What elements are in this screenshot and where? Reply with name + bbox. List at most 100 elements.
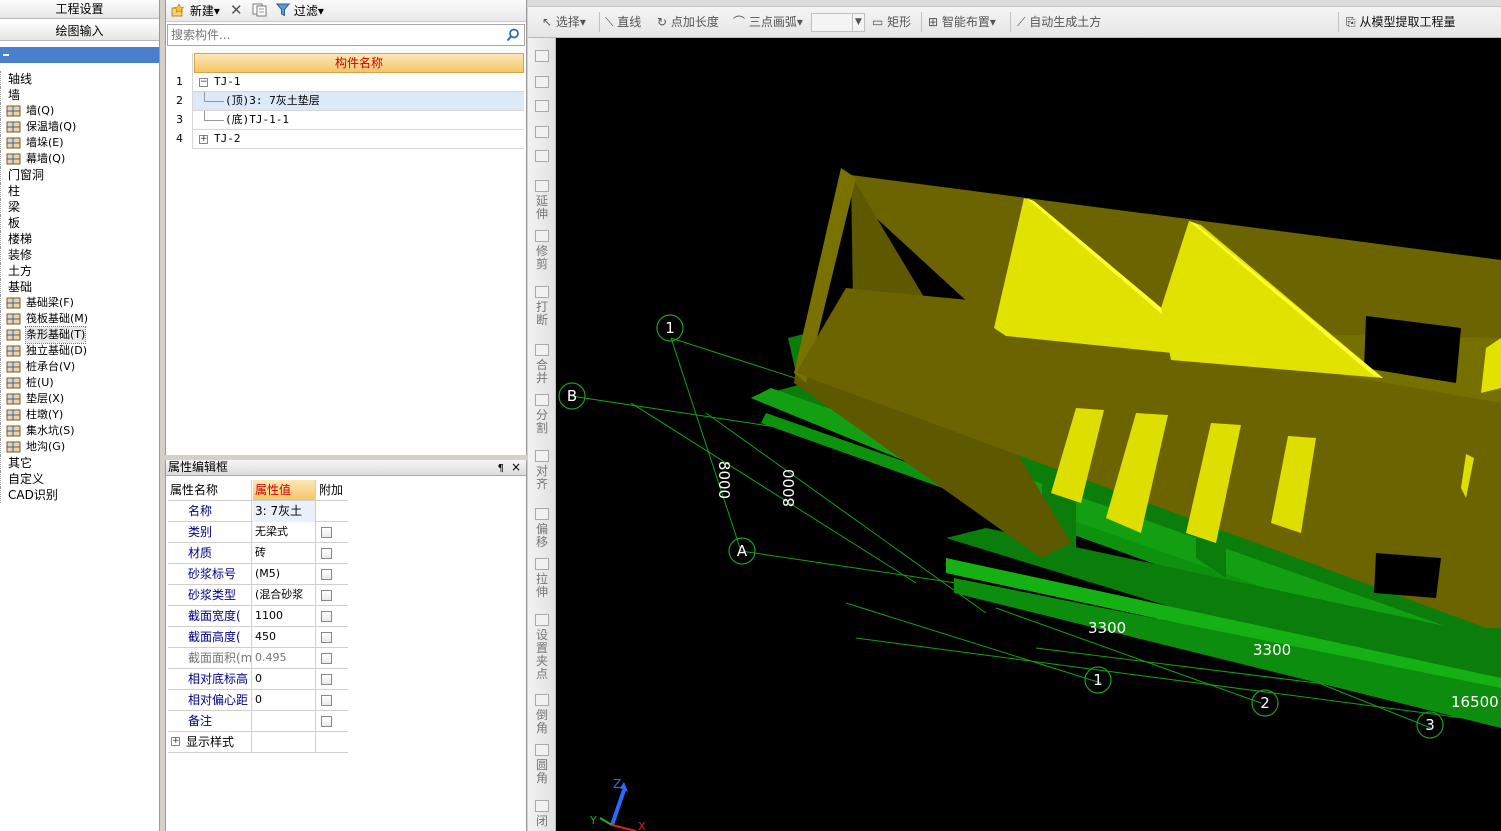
break-icon[interactable] xyxy=(535,286,549,298)
property-value[interactable]: 0 xyxy=(253,690,316,711)
property-value[interactable]: 1100 xyxy=(253,606,316,627)
extract-quantity-button[interactable]: ⎘ 从模型提取工程量 xyxy=(1346,13,1455,31)
property-name: 砂浆标号 xyxy=(168,564,252,585)
tree-connector xyxy=(0,487,1,503)
property-row[interactable]: 截面高度(450 xyxy=(168,627,348,648)
close-shape-button[interactable]: 闭 xyxy=(534,815,550,828)
point-length-tool-button[interactable]: ↻ 点加长度 xyxy=(657,13,719,31)
symmetry-icon[interactable] xyxy=(535,100,549,112)
filter-icon xyxy=(275,3,291,17)
component-row[interactable]: 4 + TJ-2 xyxy=(167,130,524,149)
offset-button[interactable]: 偏移 xyxy=(534,523,550,549)
rotate-icon[interactable] xyxy=(535,150,549,162)
mirror-icon[interactable] xyxy=(535,76,549,88)
extra-checkbox[interactable] xyxy=(321,674,332,685)
pencil-icon[interactable] xyxy=(535,50,549,62)
chamfer-icon[interactable] xyxy=(535,694,549,706)
toolbar-separator xyxy=(921,12,922,32)
property-row[interactable]: 砂浆类型 (混合砂浆 xyxy=(168,585,348,606)
search-icon[interactable] xyxy=(506,28,520,42)
break-button[interactable]: 打断 xyxy=(534,301,550,327)
property-row[interactable]: 相对底标高 0 xyxy=(168,669,348,690)
collapse-tree-button[interactable] xyxy=(0,47,159,63)
property-value[interactable]: 3: 7灰土 xyxy=(253,501,316,522)
pin-icon[interactable]: ¶ xyxy=(498,461,504,476)
extra-checkbox[interactable] xyxy=(321,548,332,559)
property-value[interactable]: (混合砂浆 xyxy=(253,585,316,606)
new-icon xyxy=(171,3,185,17)
grip-icon[interactable] xyxy=(535,614,549,626)
drawing-input-tab[interactable]: 绘图输入 xyxy=(0,22,159,41)
extra-checkbox[interactable] xyxy=(321,590,332,601)
expand-icon[interactable]: + xyxy=(171,737,180,746)
component-name-column-header[interactable]: 构件名称 xyxy=(194,53,524,73)
extra-checkbox[interactable] xyxy=(321,527,332,538)
strip-foundation-icon xyxy=(6,328,22,342)
align-button[interactable]: 对齐 xyxy=(534,465,550,491)
select-tool-button[interactable]: ↖ 选择▾ xyxy=(542,13,586,31)
merge-icon[interactable] xyxy=(535,344,549,356)
property-value[interactable] xyxy=(253,732,316,753)
close-shape-icon[interactable] xyxy=(535,800,549,812)
property-row[interactable]: 类别 无梁式 xyxy=(168,522,348,543)
align-icon[interactable] xyxy=(535,450,549,462)
extra-checkbox[interactable] xyxy=(321,569,332,580)
property-value[interactable]: (M5) xyxy=(253,564,316,585)
rectangle-tool-button[interactable]: ▭ 矩形 xyxy=(872,13,911,31)
stretch-icon[interactable] xyxy=(535,558,549,570)
property-name: 备注 xyxy=(168,711,252,732)
stretch-button[interactable]: 拉伸 xyxy=(534,573,550,599)
extra-checkbox[interactable] xyxy=(321,653,332,664)
extra-checkbox[interactable] xyxy=(321,716,332,727)
line-tool-button[interactable]: ⟍ 直线 xyxy=(605,13,641,31)
property-row[interactable]: 名称 3: 7灰土 xyxy=(168,501,348,522)
component-row[interactable]: 3 (底)TJ-1-1 xyxy=(167,111,524,130)
trim-button[interactable]: 修剪 xyxy=(534,245,550,271)
property-value[interactable]: 0.495 xyxy=(253,648,316,669)
property-row[interactable]: 备注 xyxy=(168,711,348,732)
set-grip-button[interactable]: 设置夹点 xyxy=(534,629,550,681)
property-value[interactable] xyxy=(253,711,316,732)
property-row[interactable]: 材质砖 xyxy=(168,543,348,564)
component-search-input[interactable] xyxy=(168,25,498,45)
property-value[interactable]: 无梁式 xyxy=(253,522,316,543)
delete-icon[interactable]: ✕ xyxy=(230,3,243,19)
chamfer-button[interactable]: 倒角 xyxy=(534,709,550,735)
extra-checkbox[interactable] xyxy=(321,611,332,622)
property-value[interactable]: 450 xyxy=(253,627,316,648)
3d-viewport[interactable]: 1 B A 1 2 3 8000 8000 3300 3300 16500 Z … xyxy=(556,38,1501,831)
property-row[interactable]: 砂浆标号 (M5) xyxy=(168,564,348,585)
expand-icon[interactable]: + xyxy=(199,135,208,144)
move-icon[interactable] xyxy=(535,126,549,138)
split-button[interactable]: 分割 xyxy=(534,409,550,435)
property-row[interactable]: 截面宽度(1100 xyxy=(168,606,348,627)
project-settings-tab[interactable]: 工程设置 xyxy=(0,0,159,19)
property-row[interactable]: 相对偏心距 0 xyxy=(168,690,348,711)
offset-icon[interactable] xyxy=(535,508,549,520)
component-row[interactable]: 1− TJ-1 xyxy=(167,73,524,92)
3d-model-canvas: 1 B A 1 2 3 8000 8000 3300 3300 16500 Z … xyxy=(558,168,1501,831)
collapse-icon[interactable]: − xyxy=(199,78,208,87)
auto-earthwork-button[interactable]: ⟋ 自动生成土方 xyxy=(1017,13,1101,31)
trim-icon[interactable] xyxy=(535,230,549,242)
copy-icon[interactable] xyxy=(252,3,268,19)
extra-checkbox[interactable] xyxy=(321,695,332,706)
merge-button[interactable]: 合并 xyxy=(534,359,550,385)
new-component-button[interactable]: 新建▾ xyxy=(170,3,220,19)
extend-button[interactable]: 延伸 xyxy=(534,195,550,221)
property-value[interactable]: 砖 xyxy=(253,543,316,564)
extend-icon[interactable] xyxy=(535,180,549,192)
property-row[interactable]: 显示样式 + xyxy=(168,732,348,753)
property-value[interactable]: 0 xyxy=(253,669,316,690)
split-icon[interactable] xyxy=(535,394,549,406)
arc-mode-select[interactable]: ▼ xyxy=(811,13,865,32)
fillet-button[interactable]: 圆角 xyxy=(534,759,550,785)
filter-button[interactable]: 过滤▾ xyxy=(275,3,324,19)
extra-checkbox[interactable] xyxy=(321,632,332,643)
fillet-icon[interactable] xyxy=(535,744,549,756)
component-row[interactable]: 2 (顶)3: 7灰土垫层 xyxy=(167,92,524,111)
property-row[interactable]: 截面面积(m 0.495 xyxy=(168,648,348,669)
close-icon[interactable]: × xyxy=(511,460,521,475)
arc-tool-button[interactable]: ⌒ 三点画弧▾ xyxy=(733,13,803,31)
smart-layout-button[interactable]: ⊞ 智能布置▾ xyxy=(928,13,996,31)
